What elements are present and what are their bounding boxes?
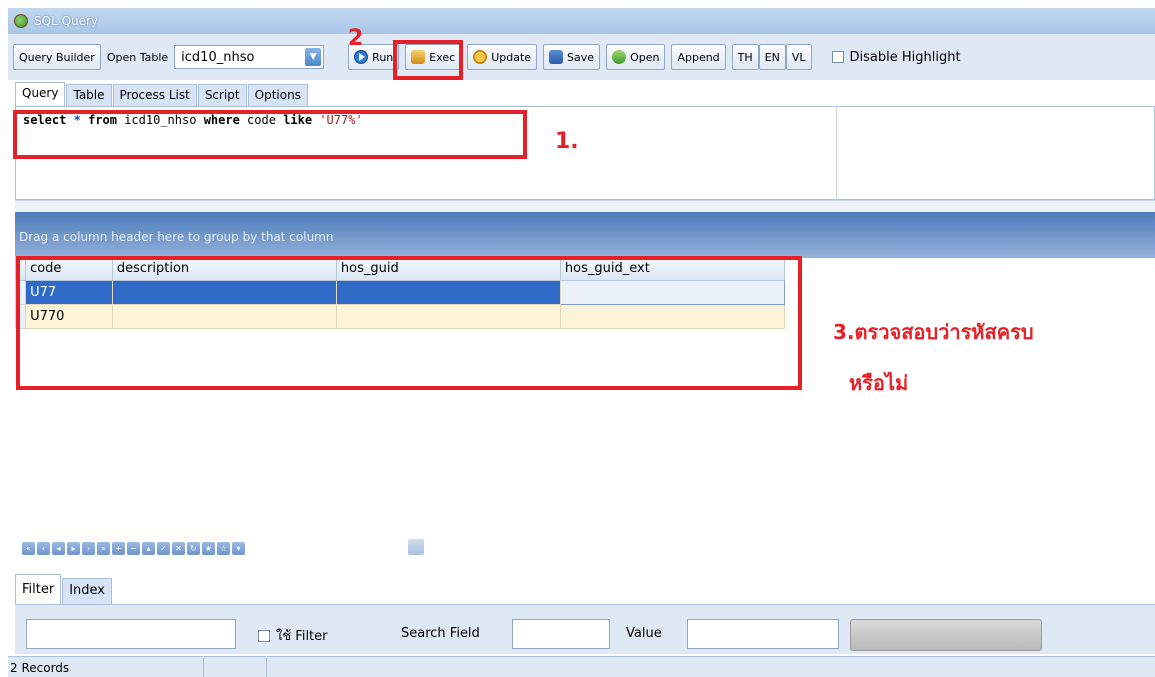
table-select-value: icd10_nhso: [181, 49, 255, 65]
prev-record-icon[interactable]: ◂: [52, 541, 65, 555]
floppy-icon: [549, 50, 564, 64]
filter-tabs: Filter Index: [15, 574, 113, 604]
bookmark-icon[interactable]: ★: [202, 541, 215, 555]
value-input[interactable]: [687, 619, 839, 649]
first-page-icon[interactable]: «: [22, 541, 35, 555]
annotation-step-3-line1: 3.ตรวจสอบว่ารหัสครบ: [833, 320, 1034, 344]
tab-script[interactable]: Script: [197, 84, 247, 106]
post-icon[interactable]: ✓: [157, 541, 170, 555]
scroll-left-icon[interactable]: [408, 539, 424, 555]
group-by-panel[interactable]: Drag a column header here to group by th…: [15, 212, 1155, 258]
filter-input[interactable]: [26, 619, 236, 649]
lang-en-button[interactable]: EN: [758, 44, 786, 70]
goto-bookmark-icon[interactable]: ☆: [217, 541, 230, 555]
window-title: SQL Query: [34, 14, 99, 28]
prev-page-icon[interactable]: ‹: [37, 541, 50, 555]
tab-options[interactable]: Options: [247, 84, 308, 106]
search-field-input[interactable]: [512, 619, 610, 649]
run-button-label: Run: [372, 50, 394, 64]
search-field-label: Search Field: [401, 626, 480, 641]
filter-apply-button[interactable]: [850, 619, 1042, 651]
title-bar: SQL Query: [8, 8, 1155, 34]
update-button-label: Update: [491, 50, 532, 64]
delete-icon[interactable]: −: [127, 541, 140, 555]
insert-icon[interactable]: +: [112, 541, 125, 555]
tab-filter[interactable]: Filter: [15, 574, 62, 604]
query-builder-button[interactable]: Query Builder: [13, 44, 101, 70]
save-button-label: Save: [567, 50, 595, 64]
cancel-icon[interactable]: ✕: [172, 541, 185, 555]
splitter-handle[interactable]: [15, 200, 1155, 212]
disable-highlight-label: Disable Highlight: [849, 49, 961, 65]
query-tabs: Query Table Process List Script Options: [15, 82, 309, 106]
tab-table[interactable]: Table: [66, 84, 112, 106]
tab-query[interactable]: Query: [15, 82, 66, 106]
use-filter-checkbox[interactable]: [258, 629, 270, 642]
use-filter-toggle[interactable]: ใช้ Filter: [258, 625, 328, 646]
open-table-label: Open Table: [106, 50, 169, 64]
next-page-icon[interactable]: ›: [82, 541, 95, 555]
filter-icon[interactable]: ▾: [232, 541, 245, 555]
language-buttons: TH EN VL: [731, 44, 812, 70]
record-navigator: « ‹ ◂ ▸ › » + − ▴ ✓ ✕ ↻ ★ ☆ ▾: [22, 538, 247, 558]
annotation-box-sql: [13, 110, 527, 159]
annotation-step-3-line2: หรือไม่: [849, 371, 909, 395]
save-button[interactable]: Save: [543, 44, 601, 70]
app-icon: [14, 14, 28, 28]
editor-divider: [836, 106, 837, 200]
annotation-box-run: [393, 40, 463, 80]
lang-vl-button[interactable]: VL: [785, 44, 812, 70]
edit-icon[interactable]: ▴: [142, 541, 155, 555]
update-icon: [473, 50, 488, 64]
update-button[interactable]: Update: [467, 44, 538, 70]
annotation-box-results: [16, 256, 802, 390]
use-filter-label: ใช้ Filter: [276, 629, 328, 644]
tab-index[interactable]: Index: [62, 578, 112, 604]
last-page-icon[interactable]: »: [97, 541, 110, 555]
annotation-step-2: 2: [348, 26, 364, 51]
status-divider: [203, 658, 204, 677]
record-count: 2 Records: [10, 661, 70, 675]
toolbar: Query Builder Open Table icd10_nhso ▼ Ru…: [8, 34, 1155, 80]
open-folder-icon: [612, 50, 627, 64]
lang-th-button[interactable]: TH: [731, 44, 759, 70]
annotation-step-1: 1.: [555, 129, 579, 154]
value-label: Value: [626, 626, 662, 641]
refresh-icon[interactable]: ↻: [187, 541, 200, 555]
disable-highlight-checkbox[interactable]: [831, 51, 844, 63]
table-select[interactable]: icd10_nhso ▼: [174, 45, 325, 69]
status-bar: 2 Records: [8, 656, 1155, 677]
disable-highlight-toggle[interactable]: Disable Highlight: [831, 49, 961, 65]
play-icon: [354, 50, 369, 64]
tab-process-list[interactable]: Process List: [112, 84, 197, 106]
status-divider: [266, 658, 267, 677]
open-button[interactable]: Open: [606, 44, 666, 70]
next-record-icon[interactable]: ▸: [67, 541, 80, 555]
open-button-label: Open: [630, 50, 660, 64]
append-button[interactable]: Append: [671, 44, 726, 70]
chevron-down-icon[interactable]: ▼: [305, 48, 322, 66]
